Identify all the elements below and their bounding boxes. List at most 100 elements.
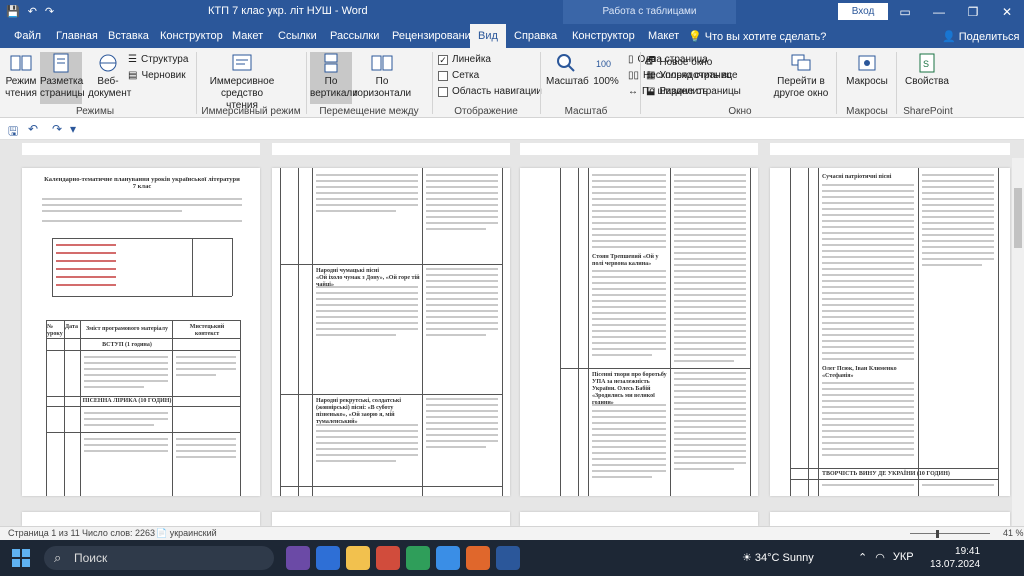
system-clock[interactable]: 19:41 13.07.2024: [930, 545, 980, 571]
text-line: [822, 256, 914, 258]
tab-help[interactable]: Справка: [514, 30, 557, 42]
wifi-icon[interactable]: ◠: [875, 551, 885, 564]
tab-review[interactable]: Рецензирование: [392, 30, 477, 42]
new-window-label: Новое окно: [659, 57, 713, 68]
input-language[interactable]: УКР: [893, 551, 914, 564]
text-line: [176, 456, 236, 458]
share-button[interactable]: 👤 Поделиться: [942, 30, 1020, 43]
print-layout-button[interactable]: Разметка страницы: [40, 52, 85, 104]
vertical-scrollbar[interactable]: [1012, 158, 1024, 526]
outline-button[interactable]: ☰ Структура: [128, 54, 188, 65]
clock-time: 19:41: [955, 546, 981, 557]
text-line: [674, 234, 746, 236]
page-8-top[interactable]: [770, 512, 1010, 526]
maximize-icon[interactable]: ❐: [956, 0, 990, 24]
table-border: [280, 264, 502, 265]
document-workspace[interactable]: Календарно-тематичне планування уроків у…: [0, 158, 1024, 526]
text-line: [822, 208, 914, 210]
page-5-top[interactable]: [22, 512, 260, 526]
tab-table-layout[interactable]: Макет: [648, 30, 679, 42]
page-2[interactable]: Народні чумацькі пісні «Ой іхоло чумак з…: [272, 168, 510, 496]
weather-widget[interactable]: ☀ 34°C Sunny: [742, 551, 814, 564]
word-count[interactable]: Число слов: 2263: [82, 528, 155, 538]
grid-check-icon: [438, 70, 448, 81]
zoom-slider[interactable]: [910, 533, 990, 534]
undo-arrow-icon[interactable]: ↶: [28, 122, 38, 136]
text-line: [592, 198, 666, 200]
ribbon-options-icon[interactable]: ▭: [888, 0, 922, 24]
table-border: [192, 238, 193, 296]
tab-view[interactable]: Вид: [470, 24, 506, 48]
app-icon[interactable]: [466, 546, 490, 570]
text-line: [674, 228, 746, 230]
tab-file[interactable]: Файл: [14, 30, 41, 42]
tab-layout[interactable]: Макет: [232, 30, 263, 42]
page-7-top[interactable]: [520, 512, 758, 526]
new-window-button[interactable]: 🗗 Новое окно: [646, 54, 712, 71]
horizontal-button[interactable]: По горизонтали: [354, 52, 411, 100]
text-line: [922, 204, 994, 206]
arrange-all-button[interactable]: ▦ Упорядочить все: [646, 70, 738, 81]
text-line: [674, 420, 746, 422]
grid-checkbox[interactable]: Сетка: [438, 70, 479, 81]
tell-me-search[interactable]: 💡 Что вы хотите сделать?: [688, 30, 826, 43]
page-3[interactable]: Стоян Трепшевий «Ой у полі червона калин…: [520, 168, 758, 496]
separator: [432, 52, 433, 114]
taskbar-search[interactable]: ⌕ Поиск: [44, 546, 274, 570]
table-border: [422, 168, 423, 496]
macros-button[interactable]: Макросы: [842, 52, 892, 88]
signin-button[interactable]: Вход: [838, 3, 888, 20]
tab-design[interactable]: Конструктор: [160, 30, 223, 42]
close-icon[interactable]: ✕: [990, 0, 1024, 24]
vertical-button[interactable]: По вертикали: [310, 52, 358, 104]
app-icon[interactable]: [286, 546, 310, 570]
app-icon[interactable]: [316, 546, 340, 570]
draft-button[interactable]: ▤ Черновик: [128, 70, 186, 81]
customize-qat-icon[interactable]: ▾: [70, 122, 76, 136]
split-button[interactable]: ⬓ Разделить: [646, 86, 708, 97]
horizontal-ruler[interactable]: [0, 140, 1024, 158]
text-line: [822, 196, 914, 198]
windows-start-icon[interactable]: [12, 549, 30, 567]
word-icon[interactable]: [496, 546, 520, 570]
immersive-reader-button[interactable]: Иммерсивное средство чтения: [206, 52, 278, 112]
app-icon[interactable]: [436, 546, 460, 570]
folder-icon[interactable]: [346, 546, 370, 570]
text-line: [674, 192, 746, 194]
web-layout-button[interactable]: Веб- документ: [88, 52, 131, 100]
page-count[interactable]: Страница 1 из 11: [8, 528, 80, 538]
minimize-icon[interactable]: —: [922, 0, 956, 24]
page-4[interactable]: Сучасні патріотичні пісні Олег Псюк, Іва…: [770, 168, 1010, 496]
tab-home[interactable]: Главная: [56, 30, 98, 42]
tab-insert[interactable]: Вставка: [108, 30, 149, 42]
switch-windows-button[interactable]: Перейти в другое окно: [770, 52, 832, 100]
chevron-up-icon[interactable]: ⌃: [858, 551, 867, 564]
page-6-top[interactable]: [272, 512, 510, 526]
app-icon[interactable]: [406, 546, 430, 570]
text-line: [316, 334, 396, 336]
ruler-checkbox[interactable]: ✓ Линейка: [438, 54, 491, 65]
tab-references[interactable]: Ссылки: [278, 30, 317, 42]
tab-table-design[interactable]: Конструктор: [572, 30, 635, 42]
page-1[interactable]: Календарно-тематичне планування уроків у…: [22, 168, 260, 496]
app-icon[interactable]: [376, 546, 400, 570]
zoom-slider-knob[interactable]: [936, 530, 939, 538]
tab-mailings[interactable]: Рассылки: [330, 30, 379, 42]
nav-pane-checkbox[interactable]: Область навигации: [438, 86, 542, 97]
properties-button[interactable]: S Свойства: [902, 52, 952, 88]
red-text-line: [56, 276, 116, 278]
undo-icon[interactable]: ↶: [28, 5, 37, 18]
redo-arrow-icon[interactable]: ↷: [52, 122, 62, 136]
separator: [640, 52, 641, 114]
text-line: [592, 312, 666, 314]
zoom-100-button[interactable]: 100 100%: [590, 52, 622, 88]
scrollbar-thumb[interactable]: [1014, 188, 1022, 248]
zoom-level[interactable]: 41 %: [1003, 528, 1024, 538]
read-mode-button[interactable]: Режим чтения: [4, 52, 38, 100]
autosave-icon[interactable]: 💾: [6, 5, 20, 18]
redo-icon[interactable]: ↷: [45, 5, 54, 18]
language-indicator[interactable]: 📄 украинский: [156, 528, 217, 539]
col-art-header: Мистецький контекст: [189, 324, 225, 337]
zoom-button[interactable]: Масштаб: [546, 52, 589, 88]
text-line: [426, 322, 498, 324]
